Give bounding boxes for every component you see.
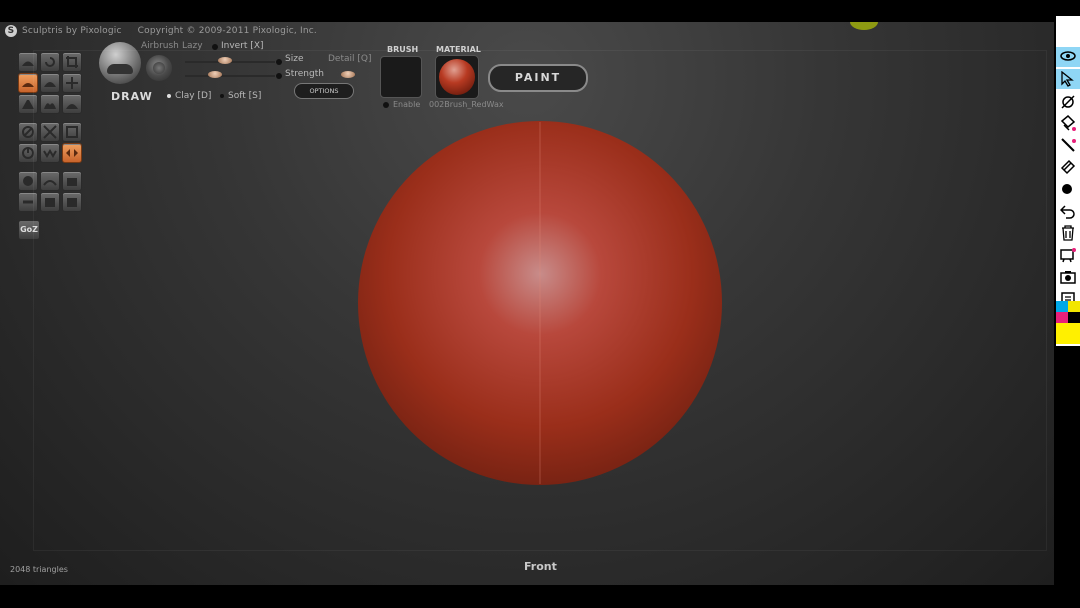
sculptris-logo-icon: S: [5, 25, 17, 37]
line-icon[interactable]: [1056, 135, 1080, 155]
eye-icon[interactable]: [1056, 47, 1080, 67]
bottom-letterbox: [0, 585, 1080, 608]
camera-icon[interactable]: [1056, 267, 1080, 287]
brush-settings-icon[interactable]: [1056, 113, 1080, 133]
copyright-text: Copyright © 2009-2011 Pixologic, Inc.: [137, 26, 317, 36]
sculptris-workspace: S Sculptris by Pixologic Copyright © 200…: [0, 22, 1054, 585]
pointer-icon[interactable]: [1056, 69, 1080, 89]
symmetry-icon[interactable]: [1056, 91, 1080, 111]
triangle-count: 2048 triangles: [10, 565, 68, 574]
undo-icon[interactable]: [1056, 201, 1080, 221]
dot-icon[interactable]: [1056, 179, 1080, 199]
app-name: Sculptris by Pixologic: [22, 26, 122, 36]
eraser-icon[interactable]: [1056, 157, 1080, 177]
view-label: Front: [524, 560, 557, 573]
title-bar: S Sculptris by Pixologic Copyright © 200…: [0, 22, 1054, 40]
color-palette-icon[interactable]: [1056, 301, 1080, 344]
right-toolbar: [1056, 16, 1080, 346]
trash-icon[interactable]: [1056, 223, 1080, 243]
symmetry-seam: [539, 122, 541, 484]
stencil-icon[interactable]: [1056, 245, 1080, 265]
